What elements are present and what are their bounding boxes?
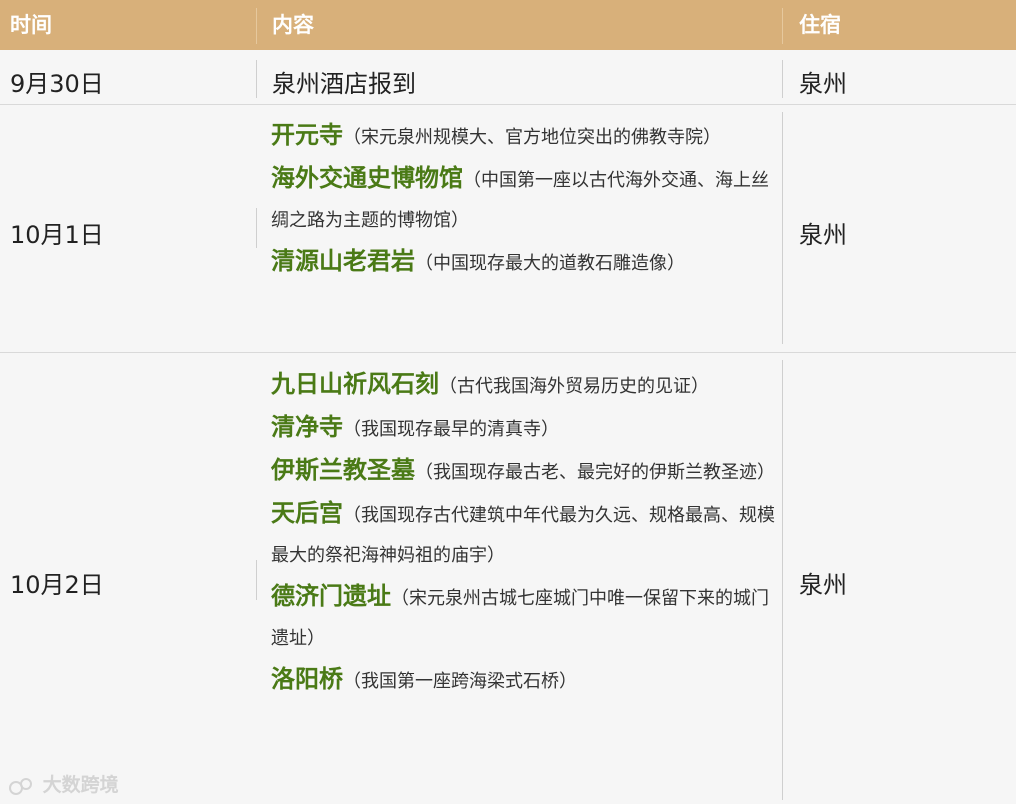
table-header: 时间 内容 住宿 — [0, 0, 1016, 50]
attraction-name: 九日山祈风石刻 — [271, 370, 439, 398]
list-item: 伊斯兰教圣墓（我国现存最古老、最完好的伊斯兰教圣迹） — [271, 450, 783, 493]
row-stay: 泉州 — [799, 571, 847, 599]
list-item: 海外交通史博物馆（中国第一座以古代海外交通、海上丝绸之路为主题的博物馆） — [271, 158, 783, 241]
row-divider — [0, 104, 1016, 105]
attraction-desc: （古代我国海外贸易历史的见证） — [439, 376, 709, 397]
attraction-desc: （我国现存最早的清真寺） — [343, 419, 559, 440]
header-divider — [256, 8, 257, 44]
list-item: 清净寺（我国现存最早的清真寺） — [271, 407, 783, 450]
attraction-name: 清源山老君岩 — [271, 247, 415, 275]
row-date: 10月2日 — [10, 571, 104, 599]
header-content: 内容 — [272, 13, 314, 37]
column-divider — [256, 60, 257, 98]
watermark-logo-icon — [9, 777, 32, 795]
list-item: 九日山祈风石刻（古代我国海外贸易历史的见证） — [271, 364, 783, 407]
column-divider — [782, 112, 783, 344]
attraction-name: 伊斯兰教圣墓 — [271, 456, 415, 484]
attraction-name: 洛阳桥 — [271, 665, 343, 693]
row-divider — [0, 352, 1016, 353]
column-divider — [256, 560, 257, 600]
row-date: 9月30日 — [10, 70, 104, 98]
row-content: 九日山祈风石刻（古代我国海外贸易历史的见证） 清净寺（我国现存最早的清真寺） 伊… — [271, 364, 783, 702]
row-stay: 泉州 — [799, 70, 847, 98]
list-item: 开元寺（宋元泉州规模大、官方地位突出的佛教寺院） — [271, 115, 783, 158]
row-date: 10月1日 — [10, 221, 104, 249]
attraction-name: 清净寺 — [271, 413, 343, 441]
column-divider — [782, 60, 783, 98]
attraction-desc: （我国现存最古老、最完好的伊斯兰教圣迹） — [415, 462, 775, 483]
attraction-desc: （中国现存最大的道教石雕造像） — [415, 253, 685, 274]
list-item: 洛阳桥（我国第一座跨海梁式石桥） — [271, 659, 783, 702]
column-divider — [782, 360, 783, 800]
list-item: 天后宫（我国现存古代建筑中年代最为久远、规格最高、规模最大的祭祀海神妈祖的庙宇） — [271, 493, 783, 576]
header-divider — [782, 8, 783, 44]
row-content: 泉州酒店报到 — [272, 70, 416, 98]
list-item: 德济门遗址（宋元泉州古城七座城门中唯一保留下来的城门遗址） — [271, 576, 783, 659]
attraction-desc: （我国第一座跨海梁式石桥） — [343, 671, 577, 692]
column-divider — [256, 208, 257, 248]
row-stay: 泉州 — [799, 221, 847, 249]
attraction-name: 天后宫 — [271, 499, 343, 527]
attraction-desc: （宋元泉州规模大、官方地位突出的佛教寺院） — [343, 127, 721, 148]
watermark: 大数跨境 — [8, 770, 119, 797]
attraction-name: 开元寺 — [271, 121, 343, 149]
row-content: 开元寺（宋元泉州规模大、官方地位突出的佛教寺院） 海外交通史博物馆（中国第一座以… — [271, 115, 783, 284]
header-time: 时间 — [10, 13, 52, 37]
attraction-desc: （我国现存古代建筑中年代最为久远、规格最高、规模最大的祭祀海神妈祖的庙宇） — [271, 505, 775, 566]
watermark-text: 大数跨境 — [42, 774, 119, 796]
attraction-name: 德济门遗址 — [271, 582, 391, 610]
header-stay: 住宿 — [799, 13, 841, 37]
list-item: 清源山老君岩（中国现存最大的道教石雕造像） — [271, 241, 783, 284]
attraction-name: 海外交通史博物馆 — [271, 164, 463, 192]
